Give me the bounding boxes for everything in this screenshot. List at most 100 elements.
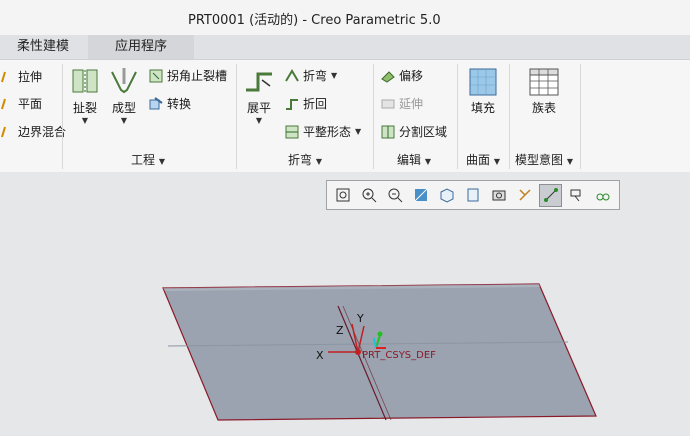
family-table-button[interactable]: 族表 — [526, 68, 562, 116]
plane-button[interactable]: 平面 — [0, 95, 42, 112]
annotation-display-icon — [570, 189, 580, 202]
bend-dropdown-caret: ▼ — [331, 71, 338, 80]
repaint-icon — [414, 188, 427, 202]
annotation-display-button[interactable] — [565, 184, 588, 207]
bend-back-button[interactable]: 折回 — [285, 95, 327, 112]
flat-state-button[interactable]: 平整形态 ▼ — [285, 123, 361, 140]
csys-origin[interactable] — [355, 349, 361, 355]
bend-back-label: 折回 — [303, 97, 328, 111]
csys-name-label[interactable]: PRT_CSYS_DEF — [362, 350, 436, 361]
editing-group-label[interactable]: 编辑 ▼ — [397, 151, 431, 168]
rip-icon — [72, 69, 98, 93]
convert-button[interactable]: 转换 — [149, 95, 191, 112]
view-manager-button[interactable] — [487, 184, 510, 207]
separator — [457, 64, 458, 169]
zoom-in-icon — [362, 188, 376, 203]
refit-icon — [336, 188, 349, 202]
spin-center-button[interactable] — [539, 183, 562, 207]
datum-display-icon — [518, 189, 531, 201]
bend-button[interactable]: 折弯 ▼ — [285, 67, 337, 84]
tab-applications[interactable]: 应用程序 — [88, 35, 194, 59]
split-area-button[interactable]: 分割区域 — [381, 123, 447, 140]
form-label: 成型 — [111, 101, 136, 115]
model-intent-group-label[interactable]: 模型意图 ▼ — [515, 151, 573, 168]
bend-group-label[interactable]: 折弯 ▼ — [288, 151, 322, 168]
saved-orientations-button[interactable] — [461, 184, 484, 207]
zoom-out-button[interactable] — [383, 184, 406, 207]
flat-state-icon — [285, 125, 299, 138]
bend-label: 折弯 — [303, 69, 328, 83]
extend-button[interactable]: 延伸 — [381, 95, 423, 112]
bend-icon — [285, 68, 299, 82]
view-toolbar — [326, 180, 620, 210]
spin-center-icon — [543, 188, 558, 202]
boundary-blend-button[interactable]: 边界混合 — [0, 123, 66, 140]
perspective-icon — [596, 193, 609, 201]
boundary-blend-icon — [1, 126, 6, 137]
flat-state-label: 平整形态 — [303, 125, 352, 139]
perspective-button[interactable] — [591, 184, 614, 207]
csys-y-label: Y — [356, 312, 364, 325]
separator — [236, 64, 237, 169]
extend-icon — [381, 99, 395, 108]
convert-icon — [149, 96, 163, 109]
corner-relief-label: 拐角止裂槽 — [167, 69, 228, 83]
view-manager-icon — [492, 190, 505, 201]
offset-label: 偏移 — [399, 69, 424, 83]
boundary-blend-label: 边界混合 — [18, 125, 67, 139]
extrude-icon — [1, 71, 6, 82]
surfaces-group-label[interactable]: 曲面 ▼ — [466, 151, 500, 168]
model-view: X Z Y PRT_CSYS_DEF — [162, 283, 597, 421]
display-style-button[interactable] — [435, 184, 458, 207]
tab-flexible-modeling[interactable]: 柔性建模 — [0, 35, 86, 59]
separator — [580, 64, 581, 169]
form-dropdown-caret: ▼ — [120, 116, 128, 125]
extrude-label: 拉伸 — [18, 70, 43, 84]
fill-icon — [469, 68, 497, 96]
extend-label: 延伸 — [399, 97, 424, 111]
split-area-label: 分割区域 — [399, 125, 448, 139]
ribbon-tabs: 柔性建模 应用程序 — [0, 35, 690, 59]
csys-x-label: X — [316, 349, 324, 362]
rip-button[interactable]: 扯裂 ▼ — [68, 66, 102, 125]
fill-button[interactable]: 填充 — [466, 68, 500, 116]
form-icon — [111, 68, 137, 94]
zoom-out-icon — [388, 188, 402, 203]
plane-label: 平面 — [18, 97, 43, 111]
corner-relief-button[interactable]: 拐角止裂槽 — [149, 67, 227, 84]
fill-label: 填充 — [470, 101, 495, 115]
datum-display-button[interactable] — [513, 184, 536, 207]
graphics-area[interactable]: X Z Y PRT_CSYS_DEF — [0, 172, 690, 436]
zoom-in-button[interactable] — [357, 184, 380, 207]
title-bar: PRT0001 (活动的) - Creo Parametric 5.0 — [0, 0, 690, 35]
engineering-group-label[interactable]: 工程 ▼ — [131, 151, 165, 168]
window-title: PRT0001 (活动的) - Creo Parametric 5.0 — [188, 13, 441, 28]
saved-orientations-icon — [467, 188, 478, 202]
separator — [62, 64, 63, 169]
family-table-label: 族表 — [531, 101, 556, 115]
refit-button[interactable] — [331, 184, 354, 207]
unbend-icon — [246, 72, 272, 92]
ribbon: 拉伸 平面 边界混合 扯裂 ▼ 成型 ▼ 拐角止裂槽 转换 工程 ▼ 展平 ▼ … — [0, 59, 690, 174]
separator — [373, 64, 374, 169]
flat-state-dropdown-caret: ▼ — [355, 127, 362, 136]
display-style-icon — [440, 188, 453, 203]
offset-button[interactable]: 偏移 — [381, 67, 423, 84]
form-button[interactable]: 成型 ▼ — [106, 66, 142, 125]
corner-relief-icon — [149, 69, 163, 82]
repaint-button[interactable] — [409, 184, 432, 207]
rip-label: 扯裂 — [72, 101, 97, 115]
csys-z-label: Z — [336, 324, 344, 337]
separator — [509, 64, 510, 169]
unbend-label: 展平 — [246, 101, 271, 115]
plane-icon — [1, 98, 6, 109]
family-table-icon — [529, 68, 559, 96]
unbend-button[interactable]: 展平 ▼ — [242, 66, 276, 125]
split-area-icon — [381, 125, 395, 138]
extrude-button[interactable]: 拉伸 — [0, 68, 42, 85]
convert-label: 转换 — [167, 97, 192, 111]
offset-icon — [381, 70, 395, 83]
bend-back-icon — [286, 98, 298, 110]
spin-center-green-dot — [377, 331, 383, 337]
rip-dropdown-caret: ▼ — [81, 116, 89, 125]
